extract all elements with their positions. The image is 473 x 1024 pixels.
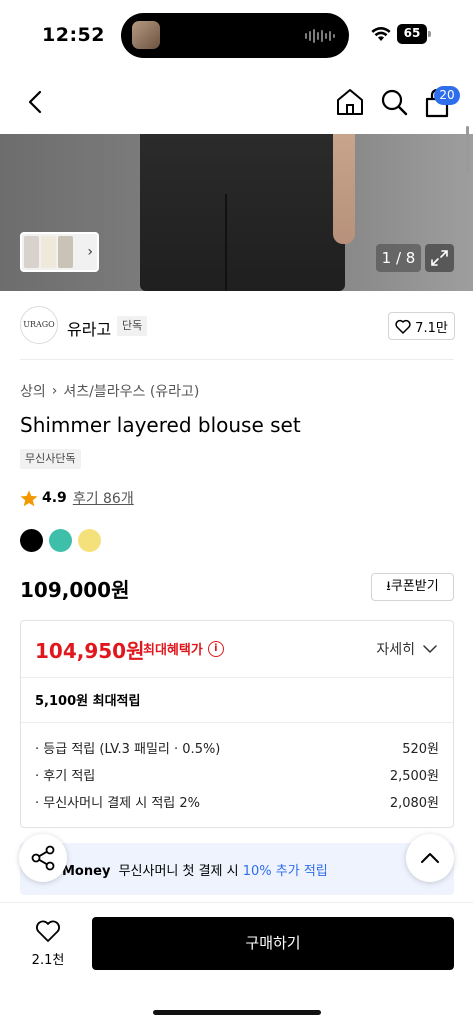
thumbnail-strip[interactable]: › (20, 232, 99, 272)
color-swatches (20, 529, 101, 552)
chevron-right-icon: › (51, 383, 58, 399)
max-benefit-label: 최대혜택가 i (143, 639, 224, 658)
point-row-label: · 후기 적립 (35, 769, 96, 784)
image-counter: 1 / 8 (376, 244, 421, 272)
breadcrumb-level2[interactable]: 셔츠/블라우스 (유라고) (63, 381, 199, 401)
money-promo-text: Money 무신사머니 첫 결제 시 10% 추가 적립 (62, 860, 328, 879)
brand-logo[interactable]: URAGO (20, 306, 58, 344)
wishlist-button[interactable]: 2.1천 (28, 919, 68, 968)
color-swatch-black[interactable] (20, 529, 43, 552)
product-title: Shimmer layered blouse set (20, 413, 301, 437)
chevron-right-icon: › (87, 244, 93, 260)
original-price: 109,000원 (20, 578, 130, 602)
back-arrow-icon[interactable] (22, 88, 50, 116)
share-icon (31, 845, 55, 871)
home-indicator[interactable] (153, 1010, 321, 1015)
money-promo-copy: 무신사머니 첫 결제 시 (118, 864, 239, 879)
chevron-up-icon (421, 853, 439, 863)
star-icon (20, 490, 38, 506)
product-image-gallery[interactable]: › 1 / 8 (0, 134, 473, 291)
info-icon[interactable]: i (207, 640, 224, 657)
now-playing-thumbnail (132, 21, 160, 49)
detail-toggle-button[interactable]: 자세히 (376, 639, 437, 659)
money-promo-banner[interactable]: Money 무신사머니 첫 결제 시 10% 추가 적립 (20, 843, 454, 895)
benefit-box: 104,950원 최대혜택가 i 자세히 5,100원 최대적립 · 등급 적립… (20, 620, 454, 828)
cart-count-badge: 20 (434, 86, 460, 105)
rating-score: 4.9 (42, 490, 67, 506)
battery-level: 65 (403, 26, 421, 40)
max-point: 5,100원 최대적립 (35, 694, 141, 709)
brand-name[interactable]: 유라고 (67, 316, 111, 340)
thumbnail[interactable] (24, 236, 39, 268)
top-nav: 20 (0, 70, 473, 134)
battery-icon: 65 (397, 24, 431, 44)
money-brand: Money (62, 864, 111, 879)
status-bar: 12:52 65 (0, 0, 473, 70)
share-button[interactable] (19, 834, 67, 882)
scroll-top-button[interactable] (406, 834, 454, 882)
wishlist-count: 2.1천 (31, 953, 65, 968)
exclusive-tag: 무신사단독 (20, 449, 81, 469)
coupon-label: 쿠폰받기 (390, 579, 439, 594)
divider (21, 722, 453, 723)
photo-detail (333, 134, 355, 244)
brand-exclusive-tag: 단독 (117, 316, 148, 336)
thumbnail[interactable] (41, 236, 56, 268)
expand-icon[interactable] (425, 244, 454, 272)
home-icon[interactable] (334, 86, 366, 118)
color-swatch-yellow[interactable] (78, 529, 101, 552)
product-photo (140, 134, 345, 291)
divider (20, 359, 454, 360)
point-row-label: · 무신사머니 결제 시 적립 2% (35, 796, 201, 811)
money-promo-highlight: 10% 추가 적립 (242, 864, 328, 879)
point-row-value: 2,500원 (389, 769, 439, 784)
detail-label: 자세히 (376, 642, 415, 658)
heart-icon (36, 920, 60, 942)
chevron-down-icon (423, 645, 437, 653)
audio-wave-icon (305, 28, 335, 44)
divider (21, 677, 453, 678)
wifi-icon (371, 27, 391, 41)
breadcrumb-level1[interactable]: 상의 (20, 381, 46, 401)
coupon-button[interactable]: ⭳쿠폰받기 (371, 573, 454, 601)
point-row: · 무신사머니 결제 시 적립 2% 2,080원 (35, 792, 439, 811)
point-row-label: · 등급 적립 (LV.3 패밀리 · 0.5%) (35, 742, 221, 757)
brand-like-button[interactable]: 7.1만 (388, 312, 455, 340)
reviews-link[interactable]: 후기 86개 (73, 488, 134, 508)
color-swatch-mint[interactable] (49, 529, 72, 552)
search-icon[interactable] (378, 86, 410, 118)
status-time: 12:52 (42, 24, 105, 46)
bottom-action-bar: 2.1천 구매하기 (0, 902, 473, 1024)
sale-price: 104,950원 (35, 639, 145, 663)
point-row: · 후기 적립 2,500원 (35, 765, 439, 784)
buy-button[interactable]: 구매하기 (92, 917, 454, 970)
dynamic-island (121, 13, 349, 58)
rating-row: 4.9 후기 86개 (20, 488, 134, 508)
point-row: · 등급 적립 (LV.3 패밀리 · 0.5%) 520원 (35, 738, 439, 757)
max-benefit-text: 최대혜택가 (143, 643, 203, 658)
point-row-value: 520원 (402, 742, 439, 757)
photo-detail (225, 194, 227, 291)
thumbnail[interactable] (58, 236, 73, 268)
point-row-value: 2,080원 (389, 796, 439, 811)
heart-icon (395, 319, 411, 334)
breadcrumb: 상의 › 셔츠/블라우스 (유라고) (20, 381, 199, 401)
brand-like-count: 7.1만 (415, 320, 448, 336)
scrollbar[interactable] (466, 126, 469, 174)
